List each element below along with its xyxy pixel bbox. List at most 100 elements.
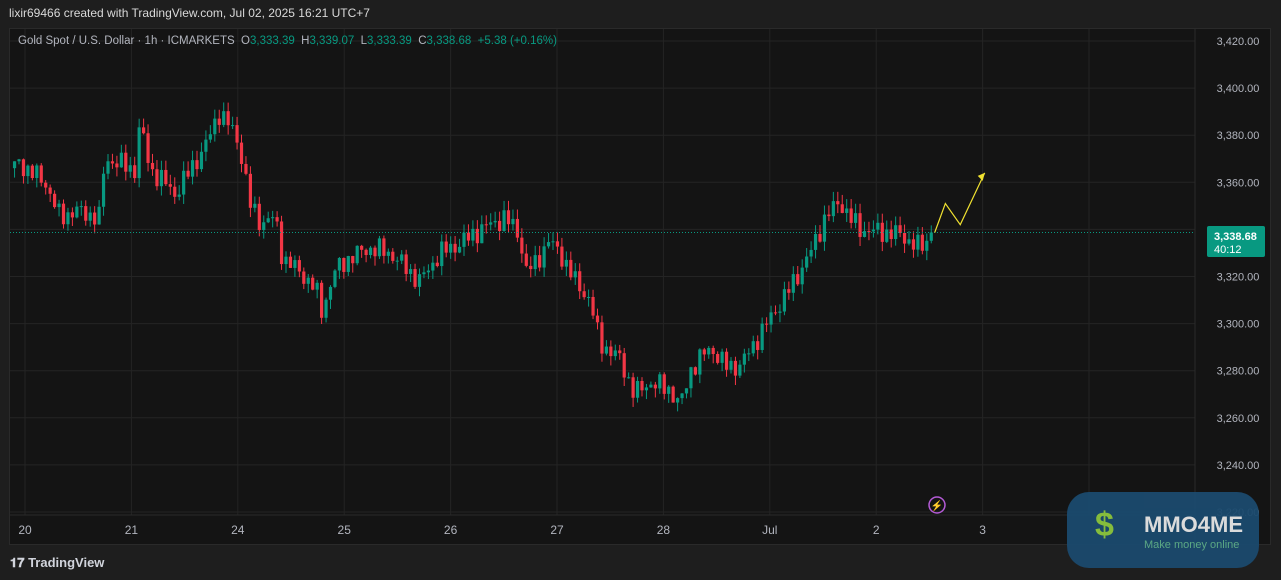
candle-body — [898, 225, 902, 233]
candle-body — [529, 265, 533, 270]
candle-body — [124, 152, 128, 172]
watermark-title: MMO4ME — [1144, 512, 1243, 537]
candle-body — [618, 350, 622, 354]
candle-body — [813, 233, 818, 250]
candle-body — [275, 217, 279, 222]
x-tick-label: Jul — [762, 523, 777, 537]
candle-body — [471, 228, 475, 241]
tradingview-logo[interactable]: 𝟏𝟕 TradingView — [10, 555, 104, 571]
candle-body — [520, 237, 524, 254]
candle-body — [480, 224, 484, 244]
y-tick-label: 3,400.00 — [1217, 83, 1260, 95]
candle-body — [805, 256, 809, 268]
candle-body — [546, 242, 551, 247]
candle-body — [146, 133, 150, 163]
candle-body — [449, 243, 453, 253]
y-tick-label: 3,380.00 — [1217, 130, 1260, 142]
candle-body — [119, 152, 123, 168]
open-value: 3,333.39 — [250, 35, 295, 47]
candle-body — [404, 254, 408, 274]
price-tag-price: 3,338.68 — [1214, 231, 1257, 243]
candle-body — [524, 253, 528, 266]
candle-body — [266, 218, 270, 223]
candle-body — [822, 214, 827, 242]
candle-body — [315, 282, 319, 290]
candle-body — [217, 118, 221, 125]
candle-body — [925, 240, 929, 251]
candle-body — [489, 222, 493, 225]
candle-body — [253, 203, 257, 208]
candle-body — [39, 165, 43, 183]
candle-body — [409, 269, 413, 274]
dollar-icon: $ — [1095, 506, 1114, 544]
candle-body — [635, 380, 640, 398]
candle-body — [791, 274, 795, 293]
candle-body — [724, 351, 729, 370]
candle-body — [333, 270, 337, 287]
candle-body — [569, 259, 573, 278]
y-tick-label: 3,420.00 — [1217, 36, 1260, 48]
candle-body — [871, 229, 876, 232]
candle-body — [778, 311, 782, 313]
candle-body — [213, 118, 217, 135]
candle-body — [684, 388, 689, 394]
candle-body — [747, 353, 751, 355]
candle-body — [302, 271, 306, 284]
candle-body — [93, 212, 97, 225]
candle-body — [115, 163, 119, 168]
candle-body — [587, 296, 591, 298]
candle-body — [613, 350, 617, 357]
x-tick-label: 26 — [444, 523, 458, 537]
candle-body — [578, 271, 582, 292]
candle-body — [711, 347, 715, 355]
candle-body — [836, 201, 840, 205]
candle-body — [720, 351, 724, 363]
candle-body — [765, 323, 769, 325]
candle-body — [284, 256, 288, 265]
candle-body — [231, 125, 235, 127]
candle-body — [297, 260, 301, 272]
brand-label: TradingView — [28, 555, 105, 570]
candle-body — [382, 238, 386, 256]
candle-body — [493, 220, 497, 223]
candle-body — [311, 277, 315, 290]
candle-body — [760, 323, 764, 350]
candle-body — [128, 165, 132, 172]
candle-body — [644, 387, 649, 391]
candle-body — [248, 173, 253, 208]
candle-body — [911, 239, 916, 250]
candle-body — [858, 213, 862, 237]
candle-body — [582, 291, 586, 298]
candle-body — [101, 173, 106, 207]
symbol-title: Gold Spot / U.S. Dollar · 1h · ICMARKETS — [18, 35, 235, 47]
candle-body — [742, 353, 746, 365]
candle-body — [306, 277, 310, 284]
candle-body — [751, 341, 755, 354]
candle-body — [137, 127, 141, 179]
candle-body — [662, 374, 666, 394]
close-value: 3,338.68 — [426, 35, 472, 47]
candle-body — [716, 354, 720, 363]
candle-body — [560, 246, 564, 267]
low-value: 3,333.39 — [367, 35, 412, 47]
candle-body — [902, 232, 907, 244]
candle-body — [515, 218, 520, 238]
price-tag-countdown: 40:12 — [1214, 244, 1242, 256]
candle-body — [288, 256, 293, 268]
x-tick-label: 21 — [125, 523, 139, 537]
candle-body — [195, 160, 199, 170]
candle-body — [462, 232, 466, 247]
candle-body — [26, 165, 30, 177]
candle-body — [800, 267, 804, 285]
candle-body — [551, 241, 555, 243]
candle-body — [827, 214, 831, 217]
candle-body — [391, 251, 395, 261]
candle-body — [190, 160, 195, 177]
candle-body — [689, 367, 693, 389]
candle-body — [573, 271, 577, 278]
candle-body — [733, 360, 738, 376]
candle-body — [106, 161, 110, 174]
candle-body — [564, 259, 568, 267]
candle-body — [173, 186, 177, 197]
candle-body — [920, 234, 924, 251]
